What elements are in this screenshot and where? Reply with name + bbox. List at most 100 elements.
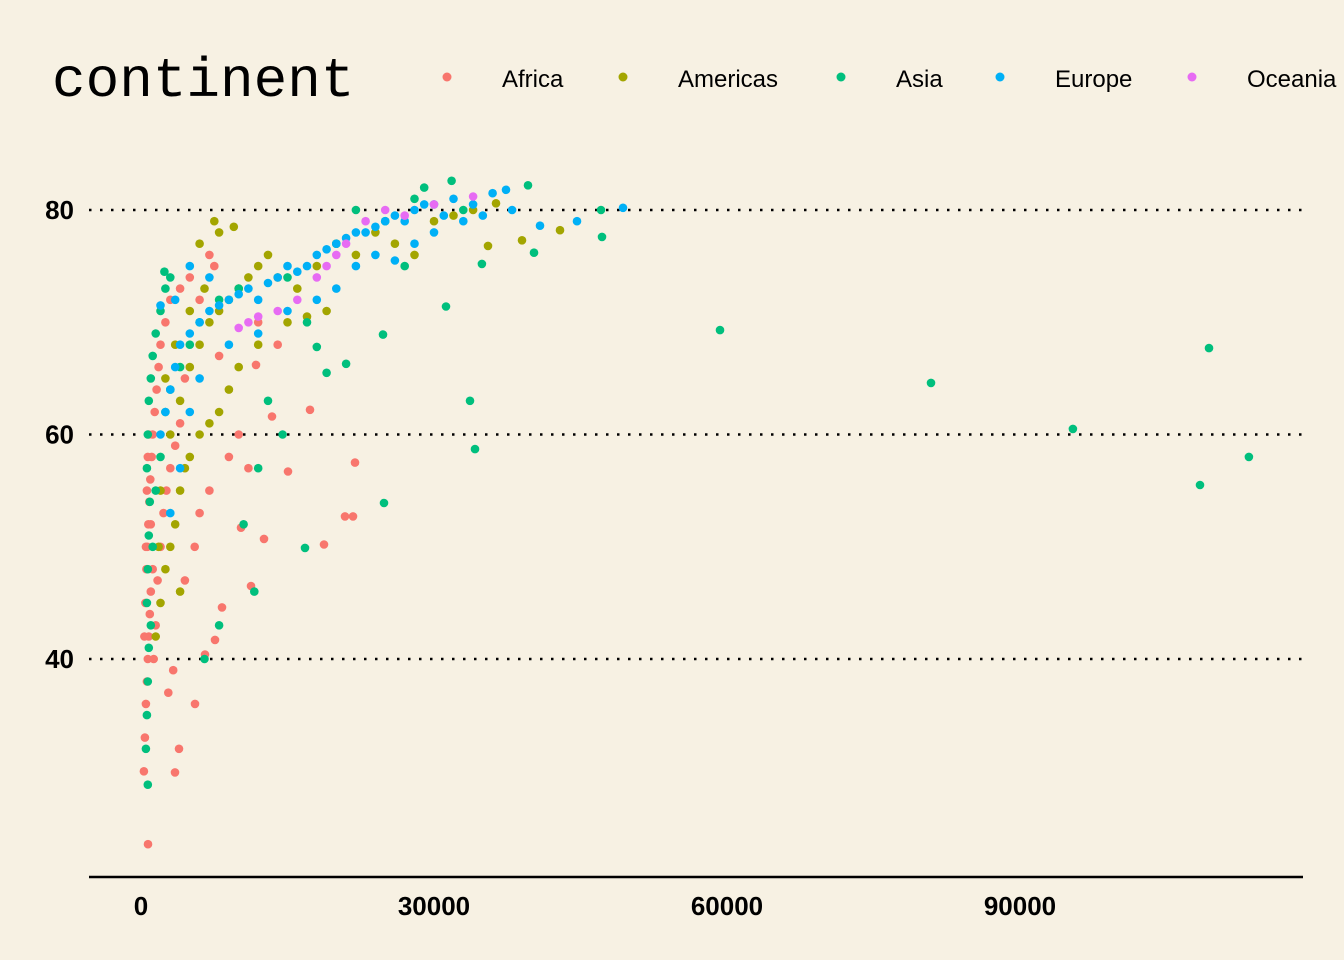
background — [0, 0, 1344, 960]
point-europe — [312, 295, 322, 305]
point-africa — [143, 839, 153, 849]
point-oceania — [332, 250, 341, 260]
point-oceania — [312, 273, 322, 282]
point-americas — [449, 211, 458, 220]
point-europe — [535, 221, 545, 230]
point-europe — [468, 200, 478, 209]
point-africa — [164, 688, 173, 697]
point-africa — [156, 340, 165, 350]
point-africa — [142, 486, 152, 495]
point-americas — [161, 374, 170, 383]
point-americas — [244, 273, 253, 282]
point-americas — [166, 542, 175, 552]
point-africa — [140, 733, 150, 742]
point-europe — [390, 211, 400, 220]
point-asia — [144, 643, 154, 653]
point-americas — [263, 250, 273, 260]
point-europe — [501, 185, 511, 195]
point-asia — [142, 463, 152, 473]
point-africa — [146, 520, 156, 529]
point-europe — [253, 295, 263, 305]
point-europe — [312, 250, 322, 260]
point-americas — [483, 241, 493, 251]
point-americas — [410, 250, 419, 260]
point-oceania — [429, 200, 439, 209]
point-africa — [267, 412, 277, 421]
y-tick-label: 60 — [45, 420, 74, 450]
point-europe — [273, 273, 283, 282]
point-europe — [361, 228, 370, 237]
point-americas — [156, 598, 165, 608]
point-africa — [319, 540, 329, 549]
point-europe — [439, 211, 449, 220]
point-europe — [410, 239, 419, 248]
point-africa — [175, 284, 185, 293]
point-europe — [419, 200, 429, 209]
point-europe — [283, 306, 292, 316]
point-europe — [175, 463, 185, 473]
legend-key-asia — [836, 72, 846, 82]
point-asia — [144, 396, 154, 406]
point-americas — [205, 318, 214, 327]
point-europe — [293, 267, 302, 277]
legend-label-asia: Asia — [896, 66, 943, 93]
point-americas — [234, 362, 243, 372]
point-asia — [151, 329, 160, 338]
point-asia — [1244, 452, 1254, 462]
point-americas — [161, 564, 170, 574]
point-asia — [253, 463, 263, 473]
point-africa — [152, 385, 161, 394]
point-americas — [195, 340, 204, 350]
x-tick-label: 60000 — [691, 891, 763, 921]
point-europe — [253, 329, 263, 338]
point-africa — [170, 768, 180, 777]
point-europe — [488, 188, 497, 198]
point-americas — [517, 236, 527, 245]
point-asia — [278, 430, 287, 439]
point-africa — [273, 340, 283, 350]
legend-title: continent — [52, 49, 354, 113]
point-asia — [143, 564, 153, 574]
point-africa — [190, 699, 200, 709]
point-asia — [410, 194, 419, 204]
point-asia — [523, 181, 533, 190]
point-asia — [1204, 343, 1214, 353]
point-africa — [348, 512, 358, 521]
legend-label-africa: Africa — [502, 66, 564, 93]
point-africa — [185, 273, 195, 282]
point-asia — [142, 710, 152, 720]
point-asia — [926, 378, 936, 388]
point-oceania — [341, 239, 351, 248]
point-americas — [175, 396, 185, 406]
point-europe — [429, 228, 439, 237]
point-africa — [174, 744, 184, 754]
point-americas — [253, 261, 263, 271]
point-africa — [205, 250, 214, 260]
point-europe — [302, 261, 312, 271]
point-africa — [146, 475, 155, 484]
point-africa — [139, 767, 149, 776]
point-europe — [263, 278, 273, 288]
point-asia — [142, 598, 152, 608]
point-americas — [170, 520, 180, 529]
point-asia — [239, 520, 248, 529]
point-africa — [143, 452, 153, 462]
point-asia — [263, 396, 273, 406]
point-asia — [470, 444, 480, 454]
point-africa — [195, 295, 204, 305]
point-asia — [146, 621, 156, 630]
point-europe — [156, 430, 165, 439]
point-europe — [618, 203, 628, 213]
point-europe — [371, 222, 380, 232]
point-asia — [151, 486, 160, 495]
point-europe — [380, 216, 390, 226]
point-americas — [312, 261, 322, 271]
point-oceania — [361, 216, 370, 226]
point-americas — [214, 407, 224, 417]
point-oceania — [293, 295, 302, 305]
point-europe — [161, 407, 170, 417]
legend-label-oceania: Oceania — [1247, 66, 1337, 93]
point-americas — [200, 284, 209, 293]
point-africa — [210, 261, 219, 271]
scatter-chart: continent Africa Americas Asia Europe Oceani… — [0, 0, 1344, 960]
